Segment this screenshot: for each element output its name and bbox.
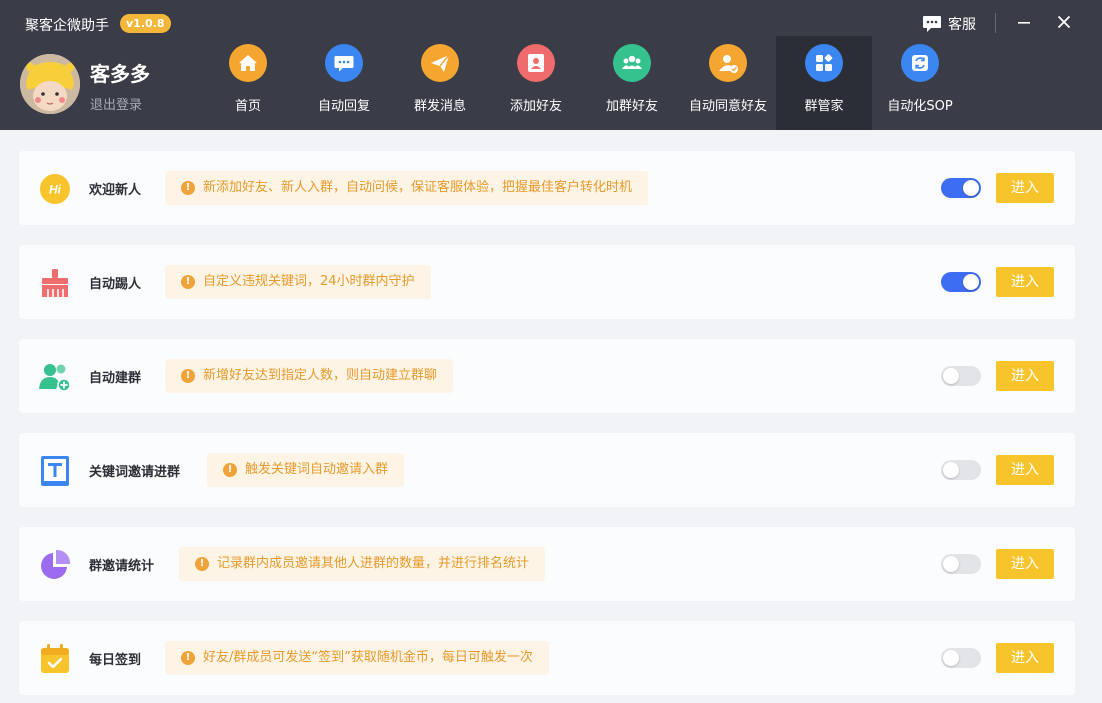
nav-label-home: 首页 <box>234 99 261 114</box>
chat-icon <box>325 44 363 82</box>
customer-service-button[interactable]: 客服 <box>922 14 976 34</box>
text-t-icon <box>41 456 69 486</box>
feature-tip-text: 新添加好友、新人入群，自动问候，保证客服体验，把握最佳客户转化时机 <box>203 180 633 195</box>
enter-button[interactable]: 进入 <box>996 455 1054 485</box>
feature-tip: ! 触发关键词自动邀请入群 <box>207 453 405 487</box>
add-group-icon <box>39 364 71 392</box>
nav-label-add-friend: 添加好友 <box>509 99 562 114</box>
sync-icon <box>901 44 939 82</box>
nav-item-group-manager[interactable]: 群管家 <box>776 36 872 130</box>
version-badge: v1.0.8 <box>120 14 171 33</box>
feature-toggle[interactable] <box>941 554 981 574</box>
feature-tip: ! 新增好友达到指定人数，则自动建立群聊 <box>165 359 454 393</box>
enter-button[interactable]: 进入 <box>996 549 1054 579</box>
feature-tip-text: 记录群内成员邀请其他人进群的数量，并进行排名统计 <box>217 556 530 571</box>
feature-tip: ! 自定义违规关键词，24小时群内守护 <box>165 265 431 299</box>
nav-item-auto-sop[interactable]: 自动化SOP <box>872 36 968 130</box>
hi-icon: Hi <box>40 174 70 204</box>
nav-label-auto-reply: 自动回复 <box>317 99 370 114</box>
info-icon: ! <box>195 557 209 571</box>
close-icon <box>1057 15 1071 29</box>
feature-card-keyword-invite: 关键词邀请进群 ! 触发关键词自动邀请入群 进入 <box>19 433 1075 507</box>
title-bar: 聚客企微助手 v1.0.8 客服 客多多 退出登录 首页 自动回复 群发消息 添… <box>0 0 1102 130</box>
apps-icon <box>805 44 843 82</box>
info-icon: ! <box>181 651 195 665</box>
nav-label-mass-message: 群发消息 <box>413 99 466 114</box>
enter-button[interactable]: 进入 <box>996 267 1054 297</box>
hi-icon-text: Hi <box>49 183 62 197</box>
feature-tip: ! 好友/群成员可发送“签到”获取随机金币，每日可触发一次 <box>165 641 549 675</box>
app-title: 聚客企微助手 <box>25 18 109 34</box>
feature-list: Hi 欢迎新人 ! 新添加好友、新人入群，自动问候，保证客服体验，把握最佳客户转化… <box>0 130 1102 703</box>
nav-item-home[interactable]: 首页 <box>200 36 296 130</box>
customer-service-label: 客服 <box>948 17 976 33</box>
avatar <box>20 54 80 114</box>
feature-title: 关键词邀请进群 <box>89 465 181 480</box>
broom-icon <box>42 269 68 297</box>
nav-label-auto-sop: 自动化SOP <box>887 99 953 114</box>
title-bar-divider <box>995 13 996 33</box>
nav-item-auto-reply[interactable]: 自动回复 <box>296 36 392 130</box>
user-check-icon <box>709 44 747 82</box>
nav-label-group-manager: 群管家 <box>804 99 844 114</box>
feature-tip: ! 记录群内成员邀请其他人进群的数量，并进行排名统计 <box>179 547 546 581</box>
app-window: 聚客企微助手 v1.0.8 客服 客多多 退出登录 首页 自动回复 群发消息 添… <box>0 0 1102 703</box>
nav-label-auto-accept: 自动同意好友 <box>688 99 767 114</box>
feature-tip-text: 自定义违规关键词，24小时群内守护 <box>203 274 415 289</box>
username: 客多多 <box>90 62 150 86</box>
feature-title: 自动建群 <box>89 371 142 386</box>
info-icon: ! <box>181 275 195 289</box>
feature-toggle[interactable] <box>941 460 981 480</box>
add-user-icon <box>517 44 555 82</box>
home-icon <box>229 44 267 82</box>
feature-title: 每日签到 <box>89 653 142 668</box>
nav-item-add-friend[interactable]: 添加好友 <box>488 36 584 130</box>
feature-tip-text: 好友/群成员可发送“签到”获取随机金币，每日可触发一次 <box>203 650 533 665</box>
feature-toggle[interactable] <box>941 366 981 386</box>
enter-button[interactable]: 进入 <box>996 361 1054 391</box>
info-icon: ! <box>181 181 195 195</box>
feature-tip-text: 触发关键词自动邀请入群 <box>245 462 389 477</box>
feature-toggle[interactable] <box>941 178 981 198</box>
logout-link[interactable]: 退出登录 <box>90 94 142 113</box>
minimize-button[interactable] <box>1016 14 1032 30</box>
close-button[interactable] <box>1056 14 1072 30</box>
feature-title: 自动踢人 <box>89 277 142 292</box>
minimize-icon <box>1018 22 1030 24</box>
feature-toggle[interactable] <box>941 648 981 668</box>
feature-tip: ! 新添加好友、新人入群，自动问候，保证客服体验，把握最佳客户转化时机 <box>165 171 649 205</box>
feature-card-auto-kick: 自动踢人 ! 自定义违规关键词，24小时群内守护 进入 <box>19 245 1075 319</box>
enter-button[interactable]: 进入 <box>996 643 1054 673</box>
group-icon <box>613 44 651 82</box>
nav-item-group-friends[interactable]: 加群好友 <box>584 36 680 130</box>
feature-card-auto-create-group: 自动建群 ! 新增好友达到指定人数，则自动建立群聊 进入 <box>19 339 1075 413</box>
feature-title: 欢迎新人 <box>89 183 142 198</box>
feature-title: 群邀请统计 <box>89 559 155 574</box>
calendar-check-icon <box>41 644 69 673</box>
nav-item-mass-message[interactable]: 群发消息 <box>392 36 488 130</box>
message-icon <box>923 16 941 32</box>
feature-card-welcome: Hi 欢迎新人 ! 新添加好友、新人入群，自动问候，保证客服体验，把握最佳客户转化… <box>19 151 1075 225</box>
feature-card-daily-checkin: 每日签到 ! 好友/群成员可发送“签到”获取随机金币，每日可触发一次 进入 <box>19 621 1075 695</box>
info-icon: ! <box>181 369 195 383</box>
pie-chart-icon <box>41 549 71 579</box>
nav-item-auto-accept[interactable]: 自动同意好友 <box>680 36 776 130</box>
feature-card-invite-stats: 群邀请统计 ! 记录群内成员邀请其他人进群的数量，并进行排名统计 进入 <box>19 527 1075 601</box>
send-icon <box>421 44 459 82</box>
feature-tip-text: 新增好友达到指定人数，则自动建立群聊 <box>203 368 438 383</box>
info-icon: ! <box>223 463 237 477</box>
feature-toggle[interactable] <box>941 272 981 292</box>
enter-button[interactable]: 进入 <box>996 173 1054 203</box>
nav-label-group-friends: 加群好友 <box>605 99 658 114</box>
